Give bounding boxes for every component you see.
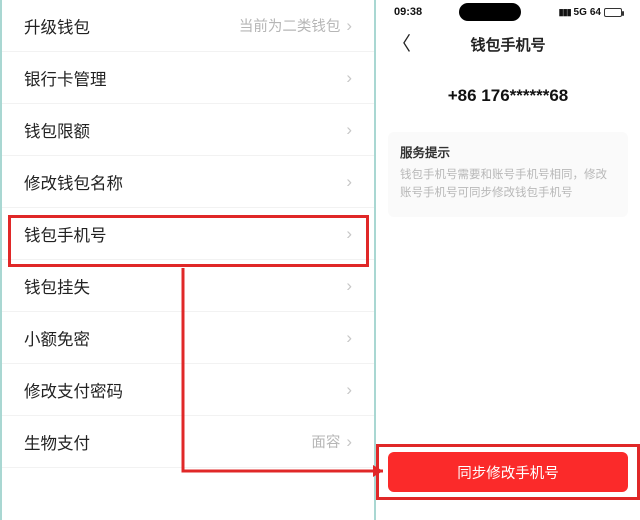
nav-bar: 〈 钱包手机号 (382, 24, 634, 64)
chevron-right-icon: › (346, 433, 352, 450)
chevron-right-icon: › (346, 17, 352, 34)
sync-change-phone-button[interactable]: 同步修改手机号 (388, 452, 628, 492)
item-wallet-phone[interactable]: 钱包手机号 › (2, 208, 374, 260)
chevron-right-icon: › (346, 121, 352, 138)
chevron-right-icon: › (346, 329, 352, 346)
item-value: 当前为二类钱包 (239, 15, 341, 36)
item-label: 修改钱包名称 (24, 170, 123, 194)
page-title: 钱包手机号 (470, 34, 545, 55)
item-label: 银行卡管理 (24, 66, 107, 90)
item-label: 升级钱包 (24, 14, 90, 38)
notch-icon (459, 3, 521, 21)
battery-icon (604, 8, 622, 17)
service-tip-card: 服务提示 钱包手机号需要和账号手机号相同，修改账号手机号可同步修改钱包手机号 (388, 132, 628, 217)
item-wallet-lost[interactable]: 钱包挂失 › (2, 260, 374, 312)
item-small-no-pwd[interactable]: 小额免密 › (2, 312, 374, 364)
item-label: 小额免密 (24, 326, 90, 350)
item-change-pay-pwd[interactable]: 修改支付密码 › (2, 364, 374, 416)
status-bar: 09:38 ▮▮▮ 5G 64 (382, 0, 634, 24)
item-value: 面容 (311, 431, 340, 452)
item-upgrade-wallet[interactable]: 升级钱包 当前为二类钱包 › (2, 0, 374, 52)
chevron-right-icon: › (346, 381, 352, 398)
tip-title: 服务提示 (400, 142, 616, 161)
item-rename-wallet[interactable]: 修改钱包名称 › (2, 156, 374, 208)
settings-list-panel: 升级钱包 当前为二类钱包 › 银行卡管理 › 钱包限额 › 修改钱包名称 › 钱… (0, 0, 376, 520)
item-bank-card-manage[interactable]: 银行卡管理 › (2, 52, 374, 104)
masked-phone-number: +86 176******68 (382, 64, 634, 132)
spacer (382, 217, 634, 452)
back-button[interactable]: 〈 (392, 35, 411, 54)
item-label: 钱包限额 (24, 118, 90, 142)
item-label: 钱包挂失 (24, 274, 90, 298)
chevron-right-icon: › (346, 69, 352, 86)
tip-body: 钱包手机号需要和账号手机号相同，修改账号手机号可同步修改钱包手机号 (400, 167, 616, 203)
network-label: 5G (574, 7, 587, 18)
status-time: 09:38 (394, 6, 422, 18)
item-label: 生物支付 (24, 430, 90, 454)
button-label: 同步修改手机号 (457, 462, 559, 483)
signal-bars-icon: ▮▮▮ (559, 7, 571, 18)
item-bio-pay[interactable]: 生物支付 面容 › (2, 416, 374, 468)
item-label: 修改支付密码 (24, 378, 123, 402)
phone-detail-panel: 09:38 ▮▮▮ 5G 64 〈 钱包手机号 +86 176******68 … (376, 0, 640, 520)
chevron-right-icon: › (346, 225, 352, 242)
chevron-right-icon: › (346, 277, 352, 294)
item-label: 钱包手机号 (24, 222, 107, 246)
item-wallet-limit[interactable]: 钱包限额 › (2, 104, 374, 156)
status-right-cluster: ▮▮▮ 5G 64 (559, 7, 622, 18)
chevron-right-icon: › (346, 173, 352, 190)
battery-label: 64 (590, 7, 601, 18)
